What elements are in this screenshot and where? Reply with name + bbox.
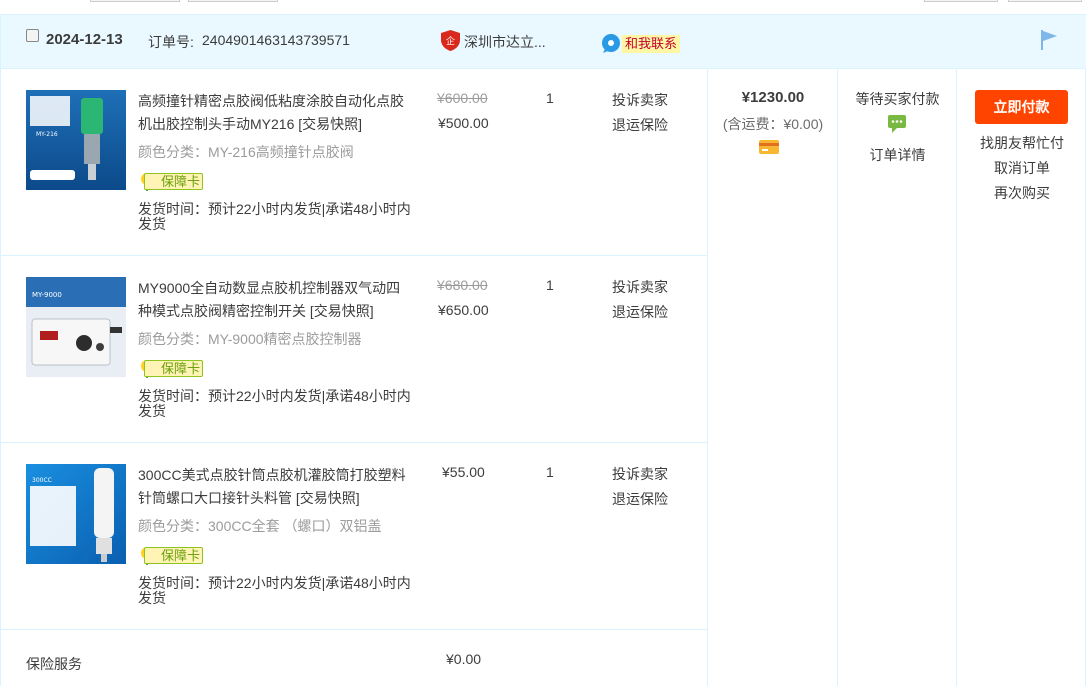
return-insurance-link[interactable]: 退运保险 bbox=[612, 115, 668, 135]
message-icon[interactable] bbox=[888, 115, 906, 133]
complain-seller-link[interactable]: 投诉卖家 bbox=[612, 277, 668, 297]
freight-note: (含运费：¥0.00) bbox=[722, 116, 824, 132]
order-checkbox[interactable] bbox=[26, 29, 39, 42]
insurance-price: ¥0.00 bbox=[446, 651, 482, 667]
return-insurance-link[interactable]: 退运保险 bbox=[612, 302, 668, 322]
order-item: MY-216 高频撞针精密点胶阀低粘度涂胶自动化点胶机出胶控制头手动MY216 … bbox=[1, 69, 707, 256]
order-item: MY-9000 MY9000全自动数显点胶机控制器双气动四种模式点胶阀精密控制开… bbox=[1, 256, 707, 443]
cancel-order-link[interactable]: 取消订单 bbox=[957, 158, 1087, 178]
guarantee-badge[interactable]: 保障卡 bbox=[138, 172, 204, 191]
chat-bubble-icon[interactable] bbox=[601, 33, 623, 53]
svg-text:企: 企 bbox=[446, 35, 455, 47]
friend-pay-link[interactable]: 找朋友帮忙付 bbox=[957, 133, 1087, 153]
unit-price: ¥650.00 bbox=[438, 302, 489, 318]
guarantee-badge-label: 保障卡 bbox=[144, 360, 204, 377]
insurance-label: 保险服务 bbox=[26, 656, 82, 672]
credit-card-icon[interactable] bbox=[759, 139, 779, 155]
status-column: 等待买家付款 订单详情 bbox=[837, 69, 956, 686]
toolbar-stub bbox=[1008, 0, 1082, 2]
order-number: 2404901463143739571 bbox=[202, 32, 350, 48]
complain-seller-link[interactable]: 投诉卖家 bbox=[612, 464, 668, 484]
guarantee-badge-label: 保障卡 bbox=[144, 547, 204, 564]
thumb-label: MY-216 bbox=[36, 131, 58, 138]
order-card: 2024-12-13 订单号: 2404901463143739571 企 深圳… bbox=[0, 14, 1086, 686]
flag-icon[interactable] bbox=[1039, 29, 1059, 51]
guarantee-badge-label: 保障卡 bbox=[144, 173, 204, 190]
toolbar-stub bbox=[188, 0, 278, 2]
shop-shield-icon: 企 bbox=[441, 30, 460, 51]
ship-time: 发货时间：预计22小时内发货|承诺48小时内发货 bbox=[138, 575, 411, 606]
order-item: 300CC 300CC美式点胶针筒点胶机灌胶筒打胶塑料针筒螺口大口接针头料管 [… bbox=[1, 443, 707, 630]
quantity: 1 bbox=[546, 90, 554, 106]
thumb-label: 300CC bbox=[32, 477, 52, 484]
order-total: ¥1230.00 bbox=[741, 89, 805, 106]
product-spec: 颜色分类：300CC全套 （螺口）双铝盖 bbox=[138, 518, 382, 534]
return-insurance-link[interactable]: 退运保险 bbox=[612, 489, 668, 509]
complain-seller-link[interactable]: 投诉卖家 bbox=[612, 90, 668, 110]
order-date: 2024-12-13 bbox=[46, 31, 123, 48]
product-title-link[interactable]: MY9000全自动数显点胶机控制器双气动四种模式点胶阀精密控制开关 [交易快照] bbox=[138, 277, 413, 323]
order-status: 等待买家付款 bbox=[855, 91, 940, 107]
order-header: 2024-12-13 订单号: 2404901463143739571 企 深圳… bbox=[1, 15, 1086, 69]
original-price: ¥600.00 bbox=[437, 90, 488, 106]
pay-now-button[interactable]: 立即付款 bbox=[975, 90, 1068, 124]
quantity: 1 bbox=[546, 464, 554, 480]
product-title-link[interactable]: 高频撞针精密点胶阀低粘度涂胶自动化点胶机出胶控制头手动MY216 [交易快照] bbox=[138, 90, 413, 136]
order-number-label: 订单号: bbox=[148, 34, 194, 50]
ship-time: 发货时间：预计22小时内发货|承诺48小时内发货 bbox=[138, 201, 411, 232]
ship-time: 发货时间：预计22小时内发货|承诺48小时内发货 bbox=[138, 388, 411, 419]
quantity: 1 bbox=[546, 277, 554, 293]
toolbar-stub bbox=[924, 0, 998, 2]
shop-name-link[interactable]: 深圳市达立... bbox=[464, 32, 546, 52]
order-detail-link[interactable]: 订单详情 bbox=[838, 145, 957, 165]
operations-column: 立即付款 找朋友帮忙付 取消订单 再次购买 bbox=[956, 69, 1086, 686]
unit-price: ¥500.00 bbox=[438, 115, 489, 131]
total-column: ¥1230.00 (含运费：¥0.00) bbox=[707, 69, 837, 686]
product-spec: 颜色分类：MY-216高频撞针点胶阀 bbox=[138, 144, 354, 160]
buy-again-link[interactable]: 再次购买 bbox=[957, 183, 1087, 203]
unit-price: ¥55.00 bbox=[442, 464, 485, 480]
thumb-label: MY-9000 bbox=[32, 291, 62, 299]
original-price: ¥680.00 bbox=[437, 277, 488, 293]
toolbar-stub bbox=[90, 0, 180, 2]
product-thumbnail[interactable]: 300CC bbox=[26, 464, 126, 564]
product-thumbnail[interactable]: MY-216 bbox=[26, 90, 126, 190]
product-spec: 颜色分类：MY-9000精密点胶控制器 bbox=[138, 331, 362, 347]
insurance-row: 保险服务 ¥0.00 bbox=[1, 630, 707, 686]
guarantee-badge[interactable]: 保障卡 bbox=[138, 546, 204, 565]
guarantee-badge[interactable]: 保障卡 bbox=[138, 359, 204, 378]
product-thumbnail[interactable]: MY-9000 bbox=[26, 277, 126, 377]
product-title-link[interactable]: 300CC美式点胶针筒点胶机灌胶筒打胶塑料针筒螺口大口接针头料管 [交易快照] bbox=[138, 464, 413, 510]
contact-seller-link[interactable]: 和我联系 bbox=[622, 35, 681, 53]
